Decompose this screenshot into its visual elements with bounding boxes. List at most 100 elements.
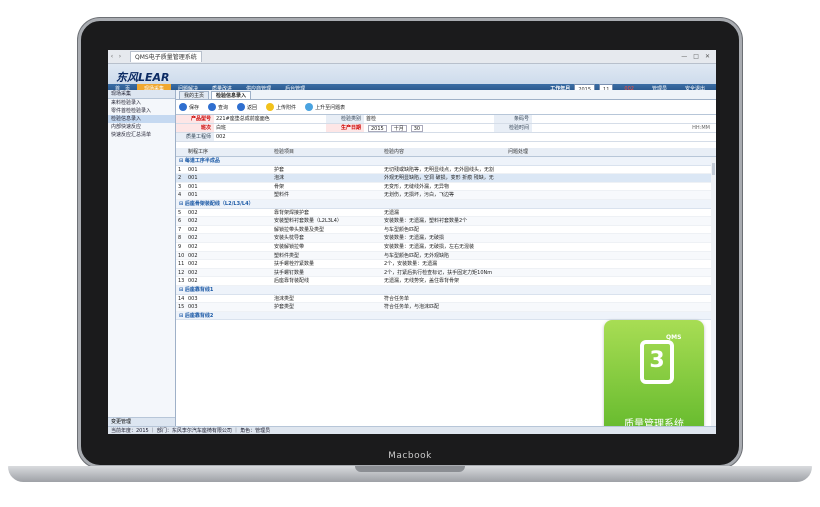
engineer-label: 质量工程师 (176, 133, 214, 141)
table-row[interactable]: 12 002 扶手螺钉数量 2个，打紧后执行检查标记，扶手固定力矩10Nm (176, 268, 716, 278)
save-icon (179, 103, 187, 111)
table-row[interactable]: 14 003 泡沫类型 符合任务单 (176, 295, 716, 304)
row-content: 无变形，无缝线外漏，无异物 (384, 183, 450, 190)
row-content: 2个，打紧后执行检查标记，扶手固定力矩10Nm (384, 269, 493, 276)
product-select[interactable]: 221#座垫总成前座面色 (214, 115, 326, 123)
check-time-input[interactable]: HH:MM (532, 124, 716, 132)
row-handling[interactable] (508, 217, 716, 225)
table-row[interactable]: 5 002 靠背架焊接护套 无遗漏 (176, 209, 716, 218)
table-row[interactable]: 4 001 塑料件 无划伤，无损坏，污白，飞边等 (176, 191, 716, 200)
back-button[interactable]: 返回 (237, 103, 257, 111)
row-handling[interactable] (508, 226, 716, 234)
restore-icon[interactable]: □ (693, 53, 699, 60)
row-handling[interactable] (508, 243, 716, 251)
date-year[interactable]: 2015 (368, 124, 387, 132)
grid-group-header[interactable]: ⊟ 后座骨架装配线（L2/L3/L4） (176, 199, 716, 209)
row-handling[interactable] (508, 252, 716, 260)
save-button[interactable]: 保存 (179, 103, 199, 111)
check-type-select[interactable]: 首检 (364, 115, 494, 123)
date-picker[interactable]: 2015 十月 30 (364, 124, 494, 132)
table-row[interactable]: 9 002 安装解锁拉带 安装数量：无遗漏，无破损，左右无混装 (176, 243, 716, 252)
minimize-icon[interactable]: — (681, 53, 687, 60)
row-handling[interactable] (508, 277, 716, 285)
query-button[interactable]: 查询 (208, 103, 228, 111)
table-row[interactable]: 8 002 安装头枕导套 安装数量：无遗漏，无破损 (176, 234, 716, 243)
escalate-button[interactable]: 上升至问题表 (305, 103, 345, 111)
col-index (176, 148, 188, 156)
table-row[interactable]: 3 001 骨架 无变形，无缝线外漏，无异物 (176, 183, 716, 192)
row-process: 002 (188, 252, 198, 259)
grid-group-header[interactable]: ⊟ 每道工序半成品 (176, 157, 716, 166)
row-process: 003 (188, 295, 198, 302)
row-handling[interactable] (508, 234, 716, 242)
row-process: 001 (188, 192, 198, 199)
laptop-brand: Macbook (388, 451, 432, 461)
table-row[interactable]: 11 002 扶手螺栓拧紧数量 2个，安装数量：无遗漏 (176, 260, 716, 269)
sidebar-item-inspection[interactable]: 检验信息录入 (108, 115, 175, 123)
row-item: 扶手螺栓拧紧数量 (274, 261, 315, 268)
tab-inspection[interactable]: 检验信息录入 (211, 91, 252, 99)
sidebar-item-quick-response[interactable]: 内部快速反应 (108, 123, 175, 131)
row-content: 无遗漏 (384, 209, 400, 216)
scroll-thumb[interactable] (712, 163, 715, 175)
form-row-2: 班次 白班 生产日期 2015 十月 30 检验时间 HH:MM (176, 124, 716, 133)
row-item: 泡沫 (274, 175, 285, 182)
sidebar-item-incoming[interactable]: 来料检验录入 (108, 99, 175, 107)
date-month[interactable]: 十月 (390, 124, 407, 132)
grid-group-header[interactable]: ⊟ 后座靠背线2 (176, 311, 716, 321)
close-icon[interactable]: ✕ (705, 53, 710, 60)
row-handling[interactable] (508, 174, 716, 182)
row-item: 安装解锁拉带 (274, 243, 305, 250)
row-index: 7 (178, 226, 182, 233)
row-handling[interactable] (508, 183, 716, 191)
row-index: 1 (178, 166, 182, 173)
back-icon[interactable]: ‹ (108, 53, 116, 60)
row-item: 安装塑料衬套数量（L2L3L4） (274, 218, 342, 225)
col-content: 检验内容 (384, 149, 405, 155)
table-row[interactable]: 13 002 后座靠背装配线 无遗漏，无线势突，盖住靠背骨架 (176, 277, 716, 286)
row-handling[interactable] (508, 166, 716, 174)
table-row[interactable]: 6 002 安装塑料衬套数量（L2L3L4） 安装数量：无遗漏，塑料衬套数量2个 (176, 217, 716, 226)
row-item: 扶手螺钉数量 (274, 269, 305, 276)
grid-group-header[interactable]: ⊟ 后座靠背线1 (176, 285, 716, 295)
date-label: 生产日期 (326, 124, 364, 132)
row-handling[interactable] (508, 191, 716, 199)
barcode-input[interactable] (532, 115, 716, 123)
forward-icon[interactable]: › (116, 53, 124, 60)
row-content: 2个，安装数量：无遗漏 (384, 261, 438, 268)
form-row-1: 产品型号 221#座垫总成前座面色 检验类别 首检 条码号 (176, 115, 716, 124)
row-item: 塑料件 (274, 192, 290, 199)
row-index: 13 (178, 278, 185, 285)
shift-select[interactable]: 白班 (214, 124, 326, 132)
sidebar-item-first-article[interactable]: 零件首检检验录入 (108, 107, 175, 115)
table-row[interactable]: 1 001 护套 无切残或缺陷等，无明显线点，无外圆线头，无割 (176, 166, 716, 175)
row-item: 安装头枕导套 (274, 235, 305, 242)
row-handling[interactable] (508, 209, 716, 217)
engineer-input[interactable]: 002 (214, 133, 326, 141)
grid-scrollbar[interactable] (711, 157, 716, 426)
col-process: 制程工序 (188, 149, 209, 155)
browser-tab[interactable]: QMS电子质量管理系统 (130, 51, 202, 62)
product-label: 产品型号 (176, 115, 214, 123)
row-index: 11 (178, 261, 185, 268)
table-row[interactable]: 7 002 解锁拉带头数量及类型 与车型颜色匹配 (176, 226, 716, 235)
row-index: 5 (178, 209, 182, 216)
table-row[interactable]: 10 002 塑料件类型 与车型颜色匹配，无外观缺陷 (176, 251, 716, 261)
sidebar-item-quick-response-list[interactable]: 快速反应汇总清单 (108, 131, 175, 139)
table-row[interactable]: 15 003 护套类型 符合任务单，与泡沫匹配 (176, 303, 716, 312)
row-content: 安装数量：无遗漏，无破损，左右无混装 (384, 243, 475, 250)
escalate-label: 上升至问题表 (315, 104, 346, 111)
row-handling[interactable] (508, 303, 716, 311)
row-index: 12 (178, 269, 185, 276)
row-handling[interactable] (508, 260, 716, 268)
date-day[interactable]: 30 (410, 124, 424, 132)
sidebar-footer-change[interactable]: 变更管理 (108, 417, 175, 426)
upload-button[interactable]: 上传附件 (266, 103, 296, 111)
row-item: 解锁拉带头数量及类型 (274, 226, 325, 233)
row-handling[interactable] (508, 269, 716, 277)
row-process: 002 (188, 235, 198, 242)
row-handling[interactable] (508, 295, 716, 303)
tab-home[interactable]: 我的主页 (179, 91, 210, 99)
row-process: 002 (188, 209, 198, 216)
table-row[interactable]: 2 001 泡沫 外观无明显缺陷，空洞 破损，变形 折痕 残缺，无 (176, 174, 716, 183)
